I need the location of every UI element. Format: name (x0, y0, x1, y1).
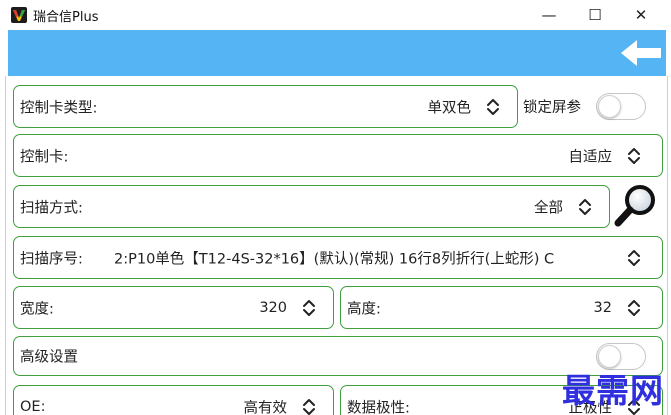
maximize-button[interactable]: ☐ (572, 0, 618, 30)
scan-mode-select[interactable]: 扫描方式: 全部 (13, 185, 610, 228)
height-stepper[interactable]: 高度: 32 (340, 286, 663, 329)
controller-label: 控制卡: (20, 149, 69, 165)
chevron-updown-icon (628, 299, 640, 316)
data-polarity-label: 数据极性: (347, 400, 410, 415)
oe-label: OE: (20, 398, 46, 415)
scan-mode-value: 全部 (534, 200, 563, 216)
card-type-label: 控制卡类型: (20, 100, 98, 116)
close-icon: ✕ (634, 6, 648, 24)
oe-value: 高有效 (243, 400, 288, 415)
width-label: 宽度: (20, 301, 54, 317)
header-bar (8, 30, 666, 76)
card-type-select[interactable]: 控制卡类型: 单双色 (13, 85, 518, 128)
chevron-updown-icon (303, 299, 315, 316)
watermark-text: 最需网 (562, 371, 664, 410)
card-type-value: 单双色 (427, 100, 472, 116)
chevron-updown-icon (303, 398, 315, 415)
close-button[interactable]: ✕ (618, 0, 664, 30)
minimize-button[interactable]: — (526, 0, 572, 30)
chevron-updown-icon (579, 198, 591, 215)
scan-mode-label: 扫描方式: (20, 200, 83, 216)
chevron-updown-icon (628, 147, 640, 164)
maximize-icon: ☐ (588, 6, 602, 24)
oe-select[interactable]: OE: 高有效 (13, 385, 334, 415)
chevron-updown-icon (487, 98, 499, 115)
height-label: 高度: (347, 301, 381, 317)
scan-number-label: 扫描序号: (20, 251, 83, 267)
search-icon[interactable] (614, 184, 658, 228)
lock-screen-toggle[interactable] (596, 93, 646, 120)
scan-number-select[interactable]: 扫描序号: 2:P10单色【T12-4S-32*16】(默认)(常规) 16行8… (13, 236, 663, 279)
controller-value: 自适应 (568, 149, 613, 165)
title-bar: 瑞合信Plus — ☐ ✕ (0, 0, 671, 30)
minimize-icon: — (541, 6, 557, 24)
width-value: 320 (259, 299, 287, 316)
width-stepper[interactable]: 宽度: 320 (13, 286, 334, 329)
chevron-updown-icon (628, 249, 640, 266)
height-value: 32 (593, 299, 612, 316)
lock-screen-label: 锁定屏参 (523, 100, 581, 116)
toggle-knob (598, 95, 621, 118)
app-logo-icon (11, 7, 27, 23)
scan-number-value: 2:P10单色【T12-4S-32*16】(默认)(常规) 16行8列折行(上蛇… (114, 251, 555, 267)
advanced-settings-label: 高级设置 (20, 349, 78, 366)
left-arrow-icon[interactable] (620, 37, 662, 69)
window-title: 瑞合信Plus (33, 10, 99, 25)
controller-select[interactable]: 控制卡: 自适应 (13, 134, 663, 177)
